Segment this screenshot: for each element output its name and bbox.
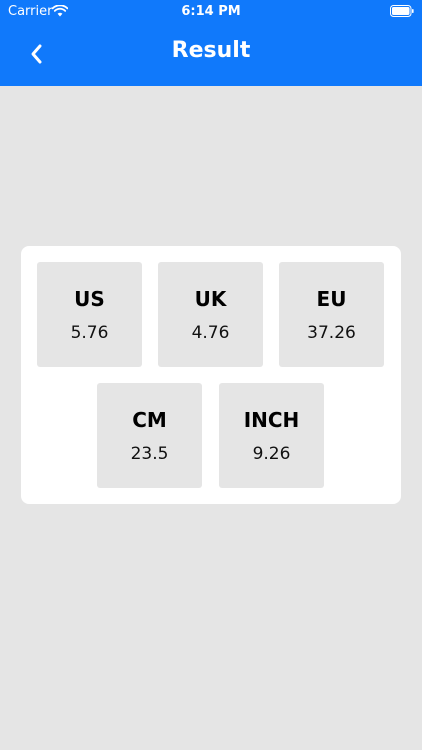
status-bar: Carrier 6:14 PM [0,0,422,22]
size-result-us: US 5.76 [37,262,142,367]
size-label-us: US [74,287,105,311]
navigation-bar: Carrier 6:14 PM Result [0,0,422,86]
size-result-inch: INCH 9.26 [219,383,324,488]
size-result-uk: UK 4.76 [158,262,263,367]
size-label-cm: CM [132,408,167,432]
result-card: US 5.76 UK 4.76 EU 37.26 CM 23.5 INCH 9.… [21,246,401,504]
size-value-us: 5.76 [70,323,109,343]
size-value-eu: 37.26 [307,323,356,343]
size-value-cm: 23.5 [130,444,169,464]
battery-icon [390,5,414,17]
size-result-cm: CM 23.5 [97,383,202,488]
status-time: 6:14 PM [181,4,241,19]
size-result-eu: EU 37.26 [279,262,384,367]
size-label-inch: INCH [243,408,300,432]
size-label-uk: UK [194,287,227,311]
page-title: Result [171,38,251,63]
size-value-inch: 9.26 [252,444,291,464]
size-value-uk: 4.76 [191,323,230,343]
size-label-eu: EU [316,287,347,311]
